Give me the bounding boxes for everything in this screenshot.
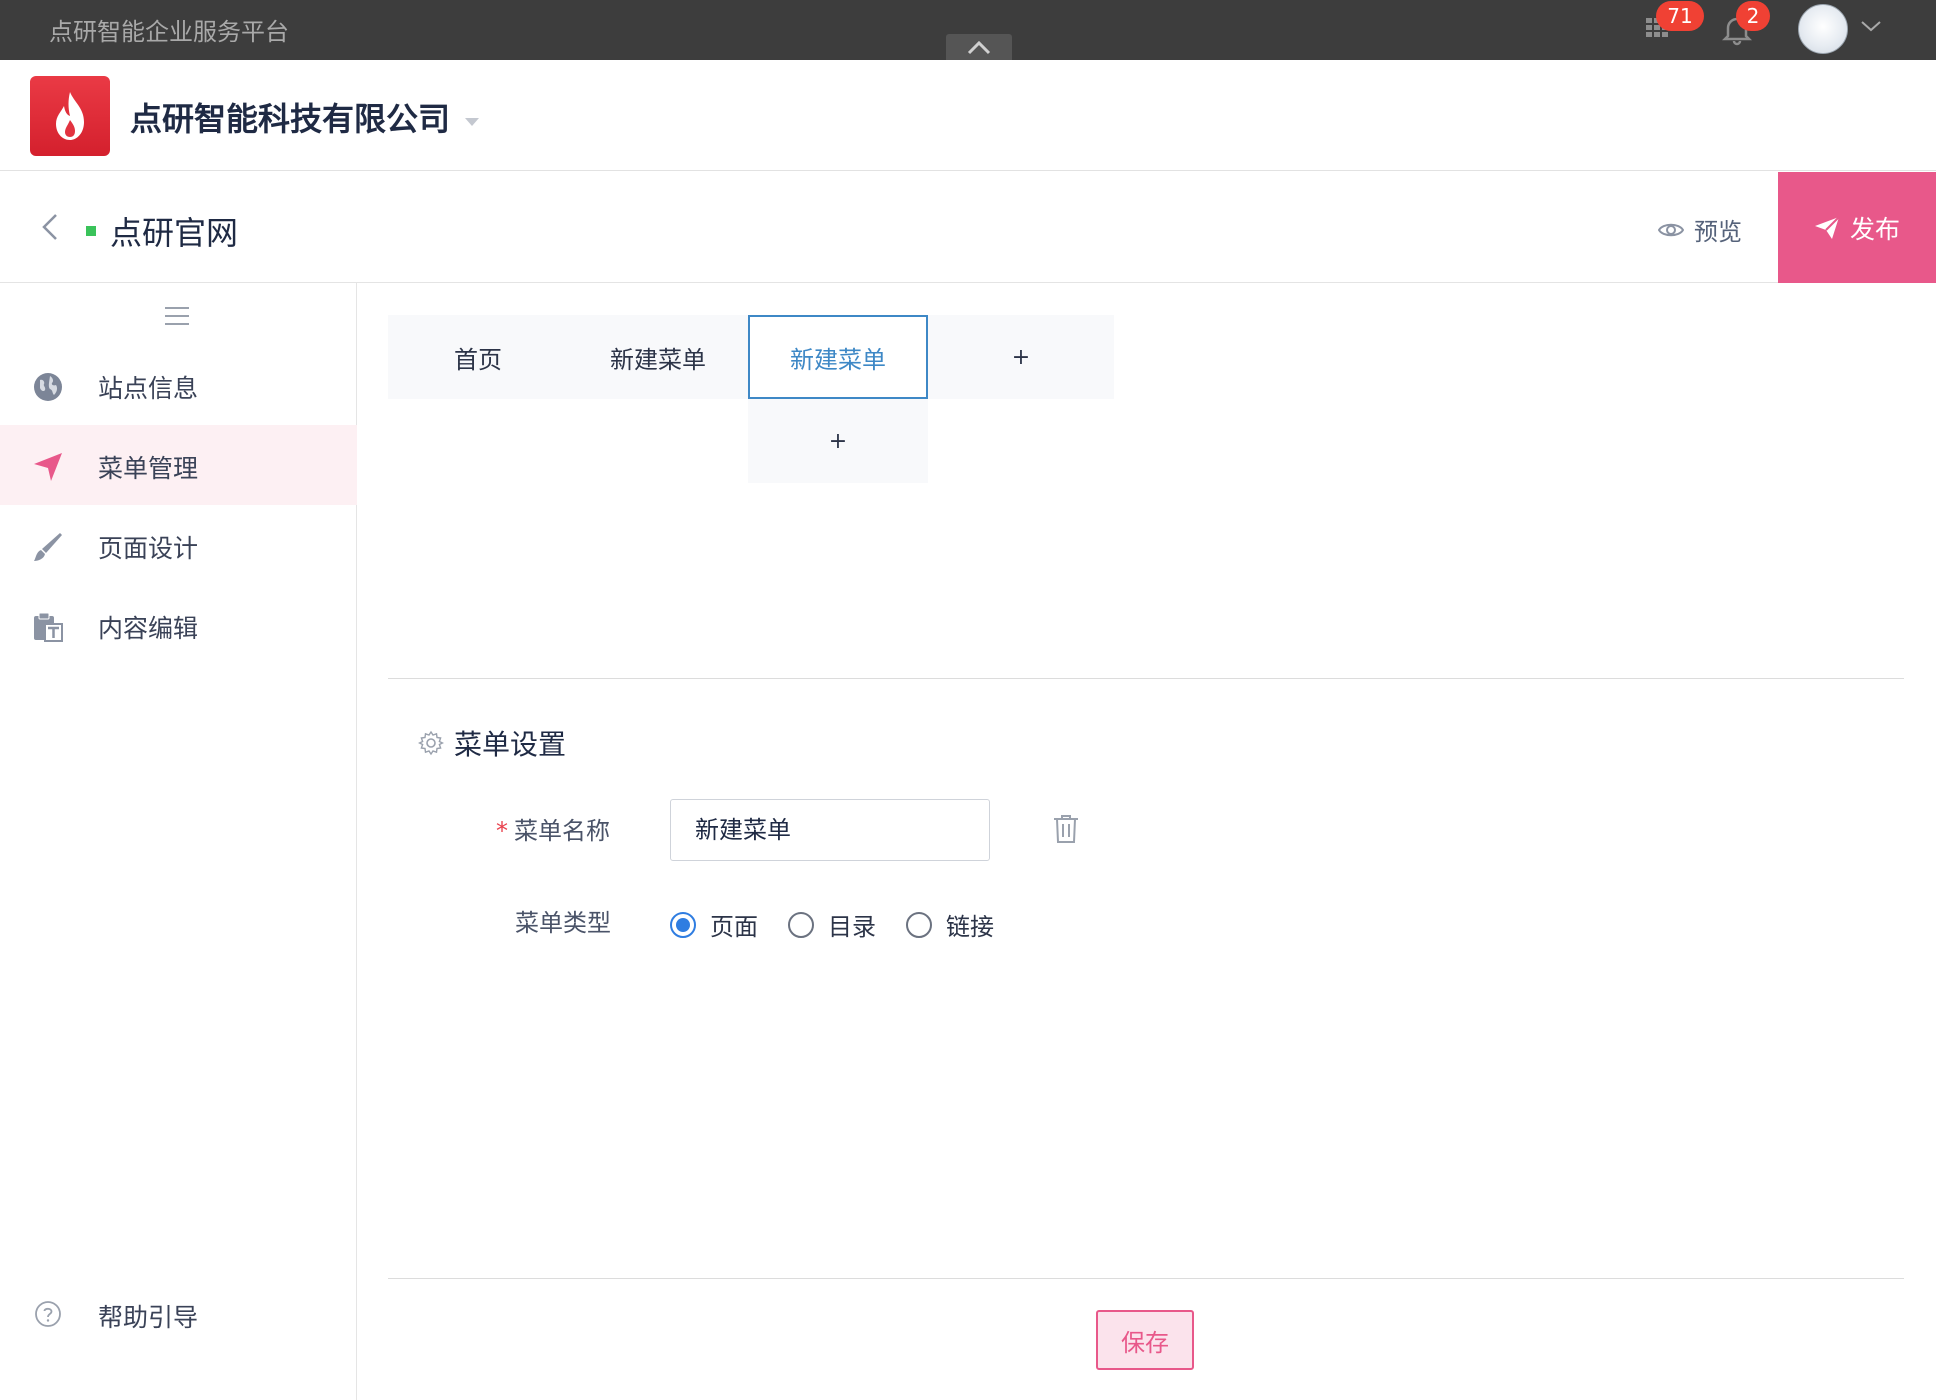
paper-plane-icon <box>1814 215 1840 239</box>
footer-divider <box>388 1278 1904 1279</box>
caret-down-icon <box>465 118 479 126</box>
site-header: 点研官网 预览 发布 <box>0 172 1936 283</box>
company-logo <box>30 76 110 156</box>
send-icon <box>34 453 62 481</box>
menu-type-radio-group: 页面 目录 链接 <box>670 907 1024 942</box>
sidebar-item-label: 菜单管理 <box>98 454 199 483</box>
sidebar-item-menu-management[interactable]: 菜单管理 <box>0 425 357 505</box>
hamburger-menu-icon <box>165 307 189 325</box>
company-header: 点研智能科技有限公司 <box>0 60 1936 171</box>
flame-icon <box>56 92 84 140</box>
sidebar-item-label: 站点信息 <box>98 374 199 403</box>
sidebar-item-content-edit[interactable]: 内容编辑 <box>0 585 357 665</box>
menu-name-label-text: 菜单名称 <box>514 817 610 845</box>
user-avatar[interactable] <box>1798 4 1848 54</box>
back-button[interactable] <box>40 212 60 246</box>
section-title: 菜单设置 <box>454 728 567 761</box>
brush-icon <box>34 533 62 561</box>
platform-name: 点研智能企业服务平台 <box>49 18 289 46</box>
company-switcher[interactable] <box>464 112 480 131</box>
menu-tab-new-1[interactable]: 新建菜单 <box>568 315 748 399</box>
radio-label: 页面 <box>710 913 758 941</box>
help-label: 帮助引导 <box>98 1303 199 1332</box>
required-mark: * <box>496 817 508 845</box>
eye-icon <box>1658 223 1684 236</box>
trash-icon <box>1054 815 1078 843</box>
menu-tab-new-2[interactable]: 新建菜单 <box>748 315 928 399</box>
delete-menu-button[interactable] <box>1052 813 1080 849</box>
company-name: 点研智能科技有限公司 <box>130 100 451 138</box>
menu-tab-bar: 首页 新建菜单 新建菜单 + <box>388 315 1114 399</box>
add-submenu-button[interactable]: + <box>748 399 928 483</box>
radio-label: 链接 <box>946 913 994 941</box>
add-menu-button[interactable]: + <box>928 315 1114 399</box>
top-bar: 点研智能企业服务平台 71 2 <box>0 0 1936 60</box>
sidebar-item-label: 内容编辑 <box>98 614 199 643</box>
save-button[interactable]: 保存 <box>1096 1310 1194 1370</box>
section-divider <box>388 678 1904 679</box>
text-clipboard-icon <box>34 612 63 642</box>
publish-label: 发布 <box>1849 214 1900 244</box>
user-menu-toggle[interactable] <box>1860 18 1882 38</box>
menu-type-page-radio[interactable]: 页面 <box>670 907 758 942</box>
menu-type-link-radio[interactable]: 链接 <box>906 907 994 942</box>
sidebar-item-label: 页面设计 <box>98 534 199 563</box>
notifications-count-badge: 2 <box>1736 1 1770 31</box>
main-content: 首页 新建菜单 新建菜单 + + 菜单设置 * 菜单名称 新建菜单 菜单类型 页面 <box>358 283 1936 1400</box>
publish-button[interactable]: 发布 <box>1778 172 1936 283</box>
menu-settings-header: 菜单设置 <box>418 723 566 763</box>
menu-tab-home[interactable]: 首页 <box>388 315 568 399</box>
sidebar-collapse-button[interactable] <box>164 305 190 331</box>
site-status-indicator <box>86 226 96 236</box>
chevron-up-icon <box>967 40 991 55</box>
chevron-down-icon <box>1861 21 1881 32</box>
menu-name-label: * 菜单名称 <box>496 811 610 846</box>
preview-button[interactable]: 预览 <box>1658 212 1742 247</box>
help-guide-link[interactable]: 帮助引导 <box>0 1286 357 1346</box>
preview-label: 预览 <box>1694 218 1742 246</box>
site-title: 点研官网 <box>110 214 239 252</box>
question-circle-icon <box>35 1301 61 1327</box>
chevron-left-icon <box>42 214 57 240</box>
radio-circle <box>670 911 696 938</box>
sidebar-item-site-info[interactable]: 站点信息 <box>0 345 357 425</box>
menu-type-label: 菜单类型 <box>515 909 611 937</box>
menu-name-input[interactable]: 新建菜单 <box>670 799 990 861</box>
menu-type-directory-radio[interactable]: 目录 <box>788 907 876 942</box>
gear-icon <box>418 730 444 756</box>
radio-circle <box>906 911 932 938</box>
sidebar-item-page-design[interactable]: 页面设计 <box>0 505 357 585</box>
globe-icon <box>34 373 62 401</box>
sidebar: 站点信息 菜单管理 页面设计 内容编辑 帮助引导 <box>0 283 357 1400</box>
radio-circle <box>788 911 814 938</box>
collapse-header-toggle[interactable] <box>946 34 1012 60</box>
radio-label: 目录 <box>828 913 876 941</box>
apps-count-badge: 71 <box>1656 1 1704 31</box>
